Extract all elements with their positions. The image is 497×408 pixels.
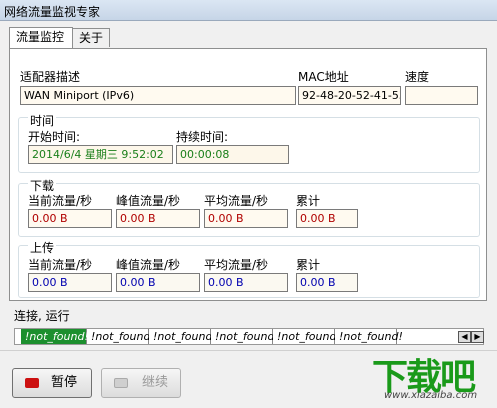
adapter-tab-6[interactable]: !not_found! xyxy=(335,329,403,344)
watermark-site-text: www.xiazaiba.com xyxy=(384,390,478,401)
upload-group-label: 上传 xyxy=(28,239,57,256)
upload-avg-field: 0.00 B xyxy=(204,273,288,292)
download-total-label: 累计 xyxy=(296,194,321,208)
traffic-panel: 适配器描述 WAN Miniport (IPv6) MAC地址 92-48-20… xyxy=(9,48,487,301)
mac-label: MAC地址 xyxy=(298,70,349,84)
duration-field: 00:00:08 xyxy=(176,145,289,164)
adapter-tab-5[interactable]: !not_found! xyxy=(273,329,341,344)
scroll-left-icon[interactable]: ◀ xyxy=(458,331,471,343)
adapter-tab-4[interactable]: !not_found! xyxy=(211,329,279,344)
upload-total-label: 累计 xyxy=(296,258,321,272)
adapter-tab-1[interactable]: !not_found! xyxy=(21,329,89,344)
speed-label: 速度 xyxy=(405,70,430,84)
pause-button[interactable]: 暂停 xyxy=(12,368,92,398)
scroll-right-icon[interactable]: ▶ xyxy=(471,331,484,343)
resume-button-label: 继续 xyxy=(142,375,169,390)
resume-button[interactable]: 继续 xyxy=(101,368,181,398)
adapter-tab-3[interactable]: !not_found! xyxy=(149,329,217,344)
pause-button-label: 暂停 xyxy=(51,375,78,390)
tab-scroll-buttons: ◀ ▶ xyxy=(458,331,484,343)
duration-label: 持续时间: xyxy=(176,130,229,144)
window-title: 网络流量监视专家 xyxy=(4,5,101,19)
upload-current-field: 0.00 B xyxy=(28,273,112,292)
download-peak-field: 0.00 B xyxy=(116,209,200,228)
watermark-logo: 下载吧 www.xiazaiba.com xyxy=(372,348,492,404)
download-avg-field: 0.00 B xyxy=(204,209,288,228)
title-bar: 网络流量监视专家 xyxy=(0,0,497,21)
upload-peak-label: 峰值流量/秒 xyxy=(116,258,181,272)
adapter-tab-strip: !not_found! !not_found! !not_found! !not… xyxy=(14,328,484,345)
play-icon xyxy=(114,378,128,388)
time-group-label: 时间 xyxy=(28,112,57,129)
download-peak-label: 峰值流量/秒 xyxy=(116,194,181,208)
adapter-tab-2[interactable]: !not_found! xyxy=(87,329,155,344)
upload-peak-field: 0.00 B xyxy=(116,273,200,292)
download-current-field: 0.00 B xyxy=(28,209,112,228)
download-total-field: 0.00 B xyxy=(296,209,358,228)
upload-current-label: 当前流量/秒 xyxy=(28,258,93,272)
stop-icon xyxy=(25,378,39,388)
start-time-field: 2014/6/4 星期三 9:52:02 xyxy=(28,145,173,164)
upload-total-field: 0.00 B xyxy=(296,273,358,292)
upload-avg-label: 平均流量/秒 xyxy=(204,258,269,272)
download-avg-label: 平均流量/秒 xyxy=(204,194,269,208)
status-text: 连接, 运行 xyxy=(14,309,70,323)
adapter-desc-field: WAN Miniport (IPv6) xyxy=(20,86,296,105)
adapter-desc-label: 适配器描述 xyxy=(20,70,81,84)
speed-field xyxy=(405,86,478,105)
tab-traffic-monitor[interactable]: 流量监控 xyxy=(9,27,73,48)
tab-about[interactable]: 关于 xyxy=(72,28,110,47)
start-time-label: 开始时间: xyxy=(28,130,81,144)
mac-field: 92-48-20-52-41-53 xyxy=(298,86,401,105)
download-current-label: 当前流量/秒 xyxy=(28,194,93,208)
